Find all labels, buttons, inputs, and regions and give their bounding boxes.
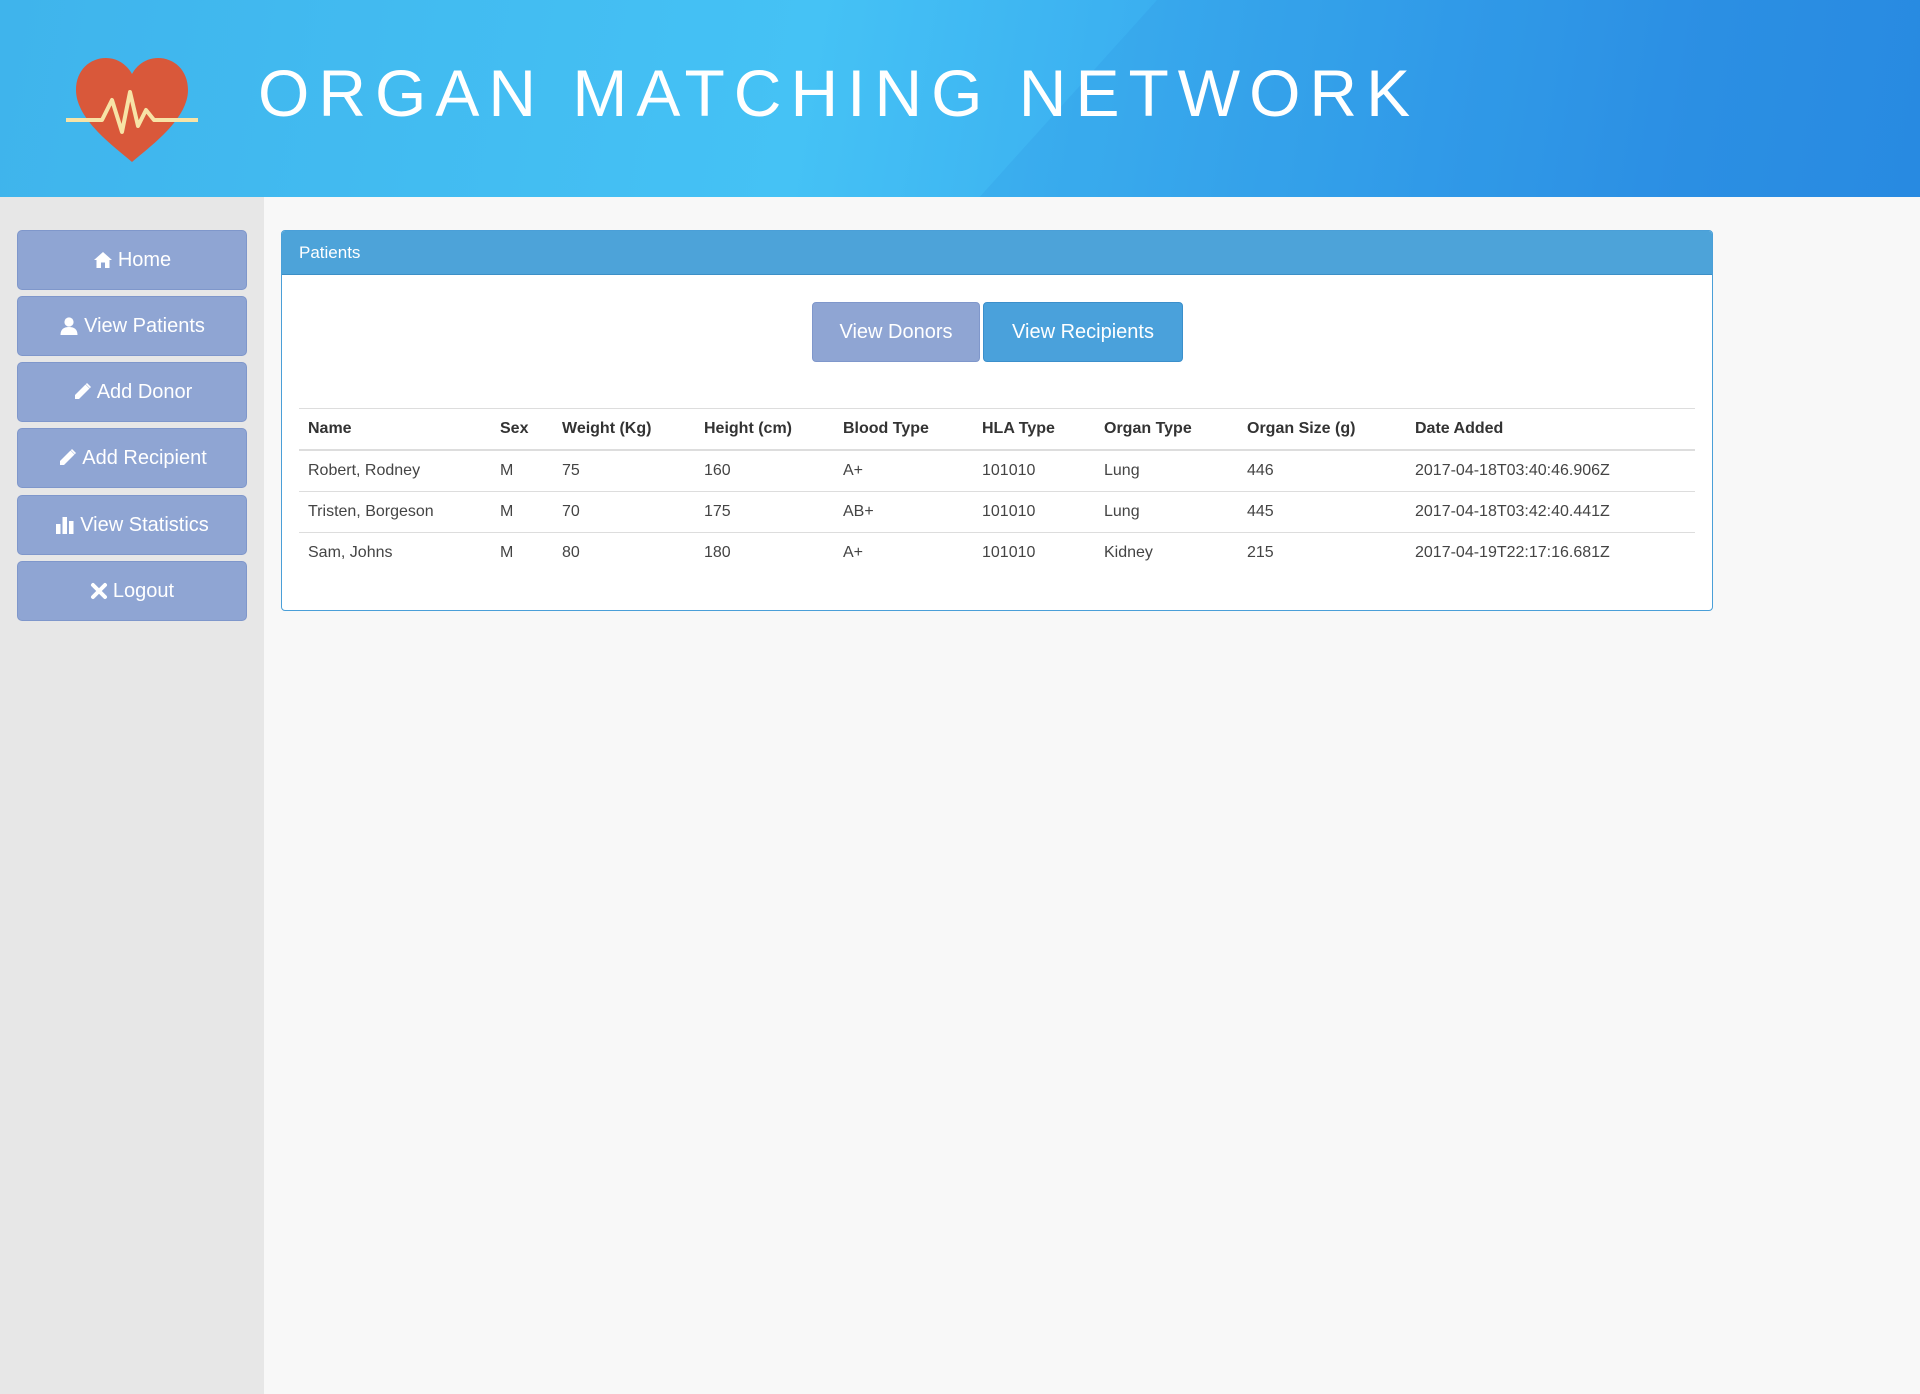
site-title: ORGAN MATCHING NETWORK: [258, 56, 1420, 130]
column-header-date-added: Date Added: [1406, 408, 1695, 451]
nav-add-recipient-button[interactable]: Add Recipient: [17, 428, 247, 488]
nav-view-patients-button[interactable]: View Patients: [17, 296, 247, 356]
column-header-blood-type: Blood Type: [834, 408, 973, 451]
column-header-hla-type: HLA Type: [973, 408, 1095, 451]
column-header-organ-type: Organ Type: [1095, 408, 1238, 451]
nav-logout-label: Logout: [112, 579, 175, 602]
table-row: Robert, Rodney M 75 160 A+ 101010 Lung 4…: [299, 450, 1695, 492]
cell-sex: M: [500, 544, 514, 561]
cell-weight: 70: [553, 491, 695, 533]
sidebar: Home View Patients Add Donor Add Recipie…: [0, 197, 264, 1394]
cell-date-added: 2017-04-18T03:40:46.906Z: [1406, 450, 1695, 492]
nav-logout-button[interactable]: Logout: [17, 561, 247, 621]
nav-home-button[interactable]: Home: [17, 230, 247, 290]
cell-blood-type: A+: [834, 450, 973, 492]
nav-view-statistics-label: View Statistics: [80, 513, 209, 536]
cell-blood-type: AB+: [834, 491, 973, 533]
patients-panel: Patients View Donors View Recipients Nam…: [281, 230, 1713, 611]
close-icon: [90, 582, 108, 600]
cell-weight: 80: [562, 544, 580, 561]
cell-weight: 75: [553, 450, 695, 492]
nav-add-donor-button[interactable]: Add Donor: [17, 362, 247, 422]
panel-title: Patients: [282, 231, 1712, 275]
nav-add-donor-label: Add Donor: [96, 380, 193, 403]
view-recipients-button[interactable]: View Recipients: [983, 302, 1183, 362]
cell-sex: M: [491, 450, 553, 492]
column-header-organ-size: Organ Size (g): [1238, 408, 1406, 451]
cell-height: 160: [695, 450, 834, 492]
table-row: Sam, Johns M 80 180 A+ 101010 Kidney 215…: [299, 533, 1695, 574]
view-donors-button[interactable]: View Donors: [812, 302, 980, 362]
table-row: Tristen, Borgeson M 70 175 AB+ 101010 Lu…: [299, 491, 1695, 533]
cell-organ-size: 445: [1238, 491, 1406, 533]
cell-organ-type: Kidney: [1104, 544, 1153, 561]
pencil-icon: [72, 382, 92, 402]
column-header-height: Height (cm): [695, 408, 834, 451]
table-header-row: Name Sex Weight (Kg) Height (cm) Blood T…: [299, 408, 1695, 451]
cell-height: 175: [695, 491, 834, 533]
cell-hla-type: 101010: [973, 491, 1095, 533]
column-header-name: Name: [299, 408, 491, 451]
bar-chart-icon: [55, 515, 75, 535]
cell-organ-type: Lung: [1095, 491, 1238, 533]
cell-organ-size: 215: [1247, 544, 1274, 561]
nav-view-statistics-button[interactable]: View Statistics: [17, 495, 247, 555]
cell-organ-size: 446: [1238, 450, 1406, 492]
column-header-sex: Sex: [491, 408, 553, 451]
cell-height: 180: [704, 544, 731, 561]
cell-name: Sam, Johns: [308, 544, 393, 561]
heart-pulse-icon: [66, 58, 198, 162]
cell-date-added: 2017-04-19T22:17:16.681Z: [1415, 544, 1610, 561]
user-icon: [59, 316, 79, 336]
column-header-weight: Weight (Kg): [553, 408, 695, 451]
cell-hla-type: 101010: [973, 450, 1095, 492]
cell-date-added: 2017-04-18T03:42:40.441Z: [1406, 491, 1695, 533]
nav-home-label: Home: [117, 248, 172, 271]
cell-name: Robert, Rodney: [299, 450, 491, 492]
pencil-icon: [57, 448, 77, 468]
cell-organ-type: Lung: [1095, 450, 1238, 492]
cell-blood-type: A+: [843, 544, 864, 561]
cell-name: Tristen, Borgeson: [299, 491, 491, 533]
home-icon: [93, 251, 113, 269]
site-header: ORGAN MATCHING NETWORK: [0, 0, 1920, 197]
cell-hla-type: 101010: [982, 544, 1036, 561]
nav-add-recipient-label: Add Recipient: [82, 446, 207, 469]
nav-view-patients-label: View Patients: [84, 314, 205, 337]
cell-sex: M: [491, 491, 553, 533]
patients-table: Name Sex Weight (Kg) Height (cm) Blood T…: [299, 408, 1695, 573]
